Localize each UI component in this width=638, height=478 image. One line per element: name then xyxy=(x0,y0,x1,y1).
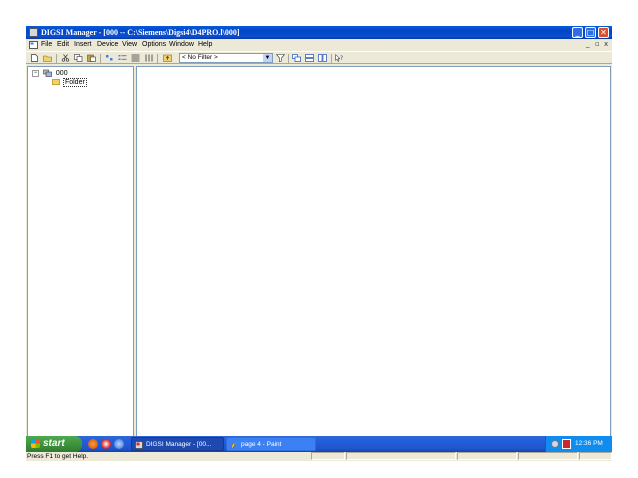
task-digsi-manager[interactable]: DIGSI Manager - [00... xyxy=(131,437,224,451)
folder-icon xyxy=(52,79,60,86)
copy-icon[interactable] xyxy=(74,54,83,62)
menu-view[interactable]: View xyxy=(122,40,137,49)
menu-options[interactable]: Options xyxy=(142,40,166,49)
mdi-restore-button[interactable]: ▫ xyxy=(595,40,600,48)
window-title: DIGSI Manager - [000 -- C:\Siemens\Digsi… xyxy=(41,28,240,37)
list-view-icon[interactable] xyxy=(131,54,140,62)
menu-device[interactable]: Device xyxy=(97,40,118,49)
menu-window[interactable]: Window xyxy=(169,40,194,49)
help-pointer-icon[interactable]: ? xyxy=(335,54,344,62)
tree-item-folder[interactable]: Folder xyxy=(52,78,87,87)
clock[interactable]: 12:36 PM xyxy=(575,436,603,452)
menu-insert[interactable]: Insert xyxy=(74,40,92,49)
task-paint[interactable]: page 4 - Paint xyxy=(226,437,316,451)
browser-icon[interactable] xyxy=(101,439,111,449)
task-label: DIGSI Manager - [00... xyxy=(146,441,212,448)
open-folder-icon[interactable] xyxy=(43,54,52,62)
paste-icon[interactable] xyxy=(87,54,96,62)
volume-icon[interactable] xyxy=(551,440,559,448)
filter-dropdown[interactable]: < No Filter > ▼ xyxy=(179,53,273,63)
status-bar: Press F1 to get Help. xyxy=(26,452,612,461)
title-bar[interactable]: DIGSI Manager - [000 -- C:\Siemens\Digsi… xyxy=(26,26,612,39)
digsi-app-icon xyxy=(135,441,143,449)
mdi-minimize-button[interactable]: _ xyxy=(586,40,590,48)
small-icons-view-icon[interactable] xyxy=(118,54,127,62)
svg-text:?: ? xyxy=(340,55,343,62)
tree-item-label: Folder xyxy=(62,78,87,87)
start-button[interactable]: start xyxy=(26,436,82,452)
system-tray: 12:36 PM xyxy=(545,436,612,452)
status-panel xyxy=(518,452,578,460)
status-panel xyxy=(579,452,612,460)
toolbar-separator xyxy=(100,54,101,63)
toolbar: < No Filter > ▼ ? xyxy=(26,51,612,64)
cascade-windows-icon[interactable] xyxy=(292,54,301,62)
menu-help[interactable]: Help xyxy=(198,40,212,49)
tile-horizontally-icon[interactable] xyxy=(305,54,314,62)
task-label: page 4 - Paint xyxy=(241,441,282,448)
content-pane[interactable] xyxy=(136,66,611,450)
minimize-button[interactable]: _ xyxy=(572,27,583,38)
tree-item-project[interactable]: − 000 xyxy=(32,69,68,78)
toolbar-separator xyxy=(56,54,57,63)
menu-edit[interactable]: Edit xyxy=(57,40,69,49)
app-icon[interactable] xyxy=(29,28,38,37)
project-tree-pane[interactable]: − 000 Folder xyxy=(27,66,134,450)
up-one-level-icon[interactable] xyxy=(163,54,172,62)
status-text: Press F1 to get Help. xyxy=(27,453,89,460)
filter-value: < No Filter > xyxy=(182,54,218,61)
cut-icon[interactable] xyxy=(61,54,70,62)
windows-logo-icon xyxy=(31,439,40,448)
tile-vertically-icon[interactable] xyxy=(318,54,327,62)
taskbar: start DIGSI Manager - [00... page 4 - Pa… xyxy=(26,436,612,452)
security-shield-icon[interactable] xyxy=(562,439,571,449)
menu-bar: File Edit Insert Device View Options Win… xyxy=(26,39,612,50)
firefox-icon[interactable] xyxy=(88,439,98,449)
paint-app-icon xyxy=(230,441,238,449)
menu-file[interactable]: File xyxy=(41,40,52,49)
tree-item-label: 000 xyxy=(55,70,68,77)
project-icon xyxy=(43,69,52,77)
show-desktop-icon[interactable] xyxy=(114,439,124,449)
new-document-icon[interactable] xyxy=(30,54,39,62)
details-view-icon[interactable] xyxy=(144,54,153,62)
status-panel xyxy=(311,452,345,460)
chevron-down-icon[interactable]: ▼ xyxy=(263,54,272,62)
maximize-button[interactable]: □ xyxy=(585,27,596,38)
status-panel xyxy=(457,452,517,460)
mdi-close-button[interactable]: x xyxy=(604,40,608,48)
status-panel xyxy=(346,452,456,460)
start-label: start xyxy=(43,438,65,449)
toolbar-separator xyxy=(288,54,289,63)
digsi-manager-window: DIGSI Manager - [000 -- C:\Siemens\Digsi… xyxy=(26,26,612,461)
toolbar-separator xyxy=(157,54,158,63)
large-icons-view-icon[interactable] xyxy=(105,54,114,62)
filter-icon[interactable] xyxy=(276,54,285,62)
toolbar-separator xyxy=(331,54,332,63)
document-window-icon[interactable] xyxy=(29,40,38,49)
tree-expander[interactable]: − xyxy=(32,69,39,77)
close-button[interactable]: ✕ xyxy=(598,27,609,38)
